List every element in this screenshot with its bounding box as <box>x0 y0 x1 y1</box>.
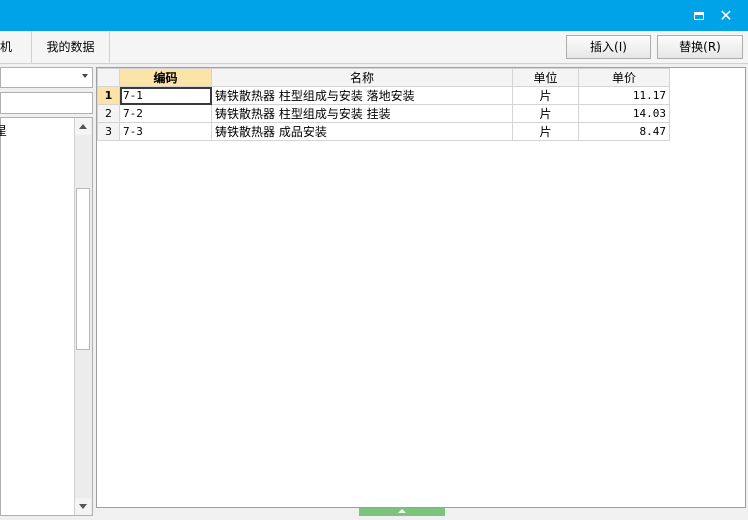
tab-my-data[interactable]: 我的数据 <box>32 31 110 63</box>
column-header-unit[interactable]: 单位 <box>512 68 579 87</box>
cell-name[interactable]: 铸铁散热器 成品安装 <box>211 122 513 141</box>
table-row[interactable]: 1 7-1 铸铁散热器 柱型组成与安装 落地安装 片 11.17 <box>97 86 670 105</box>
insert-button[interactable]: 插入(I) <box>566 35 651 59</box>
cell-name[interactable]: 铸铁散热器 柱型组成与安装 挂装 <box>211 104 513 123</box>
window-titlebar: ✕ <box>0 0 748 31</box>
cell-unit[interactable]: 片 <box>512 122 579 141</box>
panel-collapse-handle[interactable] <box>359 508 445 516</box>
corner-cell[interactable] <box>97 68 120 87</box>
column-header-price[interactable]: 单价 <box>578 68 670 87</box>
maximize-icon[interactable] <box>690 7 708 25</box>
row-number[interactable]: 1 <box>97 86 120 105</box>
cell-price[interactable]: 8.47 <box>578 122 670 141</box>
data-grid: 编码 名称 单位 单价 1 7-1 铸铁散热器 柱型组成与安装 落地安装 片 1… <box>96 67 746 508</box>
tree-item[interactable]: 星 <box>0 122 7 139</box>
tab-machine[interactable]: 机 <box>0 31 32 63</box>
scroll-down-icon[interactable] <box>75 498 91 515</box>
column-header-name[interactable]: 名称 <box>211 68 513 87</box>
row-number[interactable]: 3 <box>97 122 120 141</box>
filter-input[interactable] <box>0 92 93 114</box>
table-row[interactable]: 3 7-3 铸铁散热器 成品安装 片 8.47 <box>97 122 670 141</box>
scroll-thumb[interactable] <box>76 188 90 350</box>
cell-code[interactable]: 7-3 <box>119 122 212 141</box>
table-row[interactable]: 2 7-2 铸铁散热器 柱型组成与安装 挂装 片 14.03 <box>97 104 670 123</box>
cell-code[interactable]: 7-2 <box>119 104 212 123</box>
data-table: 编码 名称 单位 单价 1 7-1 铸铁散热器 柱型组成与安装 落地安装 片 1… <box>97 68 670 141</box>
scroll-up-icon[interactable] <box>75 118 91 135</box>
left-panel: 星 <box>0 64 94 518</box>
category-tree[interactable]: 星 <box>0 117 93 516</box>
cell-name[interactable]: 铸铁散热器 柱型组成与安装 落地安装 <box>211 86 513 105</box>
row-number[interactable]: 2 <box>97 104 120 123</box>
tree-scrollbar[interactable] <box>74 118 92 515</box>
chevron-down-icon <box>82 74 88 78</box>
cell-unit[interactable]: 片 <box>512 86 579 105</box>
cell-price[interactable]: 11.17 <box>578 86 670 105</box>
cell-price[interactable]: 14.03 <box>578 104 670 123</box>
cell-code[interactable]: 7-1 <box>119 86 212 105</box>
close-icon[interactable]: ✕ <box>717 7 735 25</box>
column-header-code[interactable]: 编码 <box>119 68 212 87</box>
cell-unit[interactable]: 片 <box>512 104 579 123</box>
replace-button[interactable]: 替换(R) <box>657 35 743 59</box>
category-dropdown[interactable] <box>0 67 93 88</box>
